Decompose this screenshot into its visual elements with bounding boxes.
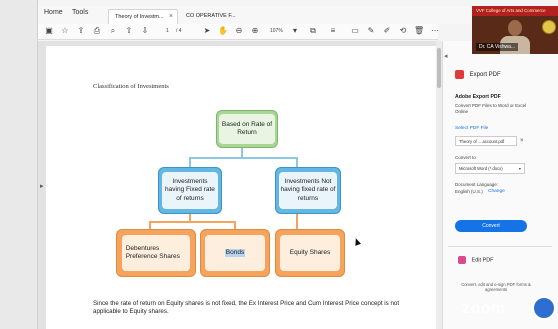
presenter-name: Dr. CA Vishwa... xyxy=(476,43,519,51)
convert-format-select[interactable]: Microsoft Word (*.docx) ▾ xyxy=(455,163,525,174)
page-up-icon[interactable]: ⇧ xyxy=(124,26,134,36)
connector-left-branch xyxy=(189,157,191,167)
app-window: Home Tools Theory of Investm... × CO OPE… xyxy=(0,0,558,329)
export-pdf-icon xyxy=(455,70,464,79)
participant-avatar xyxy=(532,296,556,320)
pen-icon[interactable]: ✎ xyxy=(366,26,376,36)
chart-bonds-label: Bonds xyxy=(224,248,246,258)
page-total: / 4 xyxy=(176,28,182,34)
tab-label: CO OPERATIVE F... xyxy=(186,13,236,19)
zoom-level[interactable]: 107% xyxy=(270,28,283,34)
edit-pdf-label: Edit PDF xyxy=(471,257,494,264)
upload-icon[interactable]: ⇪ xyxy=(76,26,86,36)
stamp-icon[interactable]: ⟲ xyxy=(398,26,408,36)
college-logo xyxy=(542,20,556,34)
menu-bar: Home Tools Theory of Investm... × CO OPE… xyxy=(38,6,478,24)
connector-leaf-3 xyxy=(296,213,298,230)
export-description: Convert PDF Files to Word or Excel Onlin… xyxy=(455,103,527,115)
chart-debentures-label: Debentures Preference Shares xyxy=(125,244,180,260)
left-panel-toggle-icon[interactable]: ▸ xyxy=(40,182,44,190)
selected-file-field[interactable]: Theory of ....account.pdf xyxy=(455,136,517,146)
comment-icon[interactable]: ▭ xyxy=(350,26,360,36)
edit-pdf-tool[interactable]: Edit PDF xyxy=(458,256,494,264)
scrollbar-thumb[interactable] xyxy=(437,48,441,88)
select-pdf-file-link[interactable]: Select PDF File xyxy=(455,126,488,131)
panel-footer-text: Convert, edit and e-sign PDF forms & agr… xyxy=(461,282,531,293)
college-banner-text: VVF College of Arts and Commerce xyxy=(476,8,546,13)
tab-label: Theory of Investm... xyxy=(115,14,164,20)
tab-theory-of-investments[interactable]: Theory of Investm... × xyxy=(108,9,178,24)
document-language-value: English (U.S.) xyxy=(455,189,483,194)
chart-not-fixed-return-label: Investments Not having fixed rate of ret… xyxy=(280,178,336,202)
chart-root-node: Based on Rate of Return xyxy=(216,110,278,148)
connector-leaf-horizontal xyxy=(149,221,235,223)
page-down-icon[interactable]: ⇩ xyxy=(140,26,150,36)
chart-not-fixed-return-node: Investments Not having fixed rate of ret… xyxy=(275,167,341,214)
webcam-video: VVF College of Arts and Commerce Dr. CA … xyxy=(472,6,558,54)
page-paragraph: Since the rate of return on Equity share… xyxy=(93,300,400,316)
select-cursor-icon[interactable]: ➤ xyxy=(202,26,212,36)
chart-debentures-node: Debentures Preference Shares xyxy=(116,229,196,277)
chart-equity-label: Equity Shares xyxy=(289,248,331,256)
page-number-input[interactable]: 1 xyxy=(166,28,169,34)
chart-fixed-return-node: Investments having Fixed rate of returns xyxy=(158,167,222,214)
connector-horizontal-top xyxy=(189,157,297,159)
selected-file-name: Theory of ....account.pdf xyxy=(459,139,505,144)
chart-equity-node: Equity Shares xyxy=(275,229,345,277)
document-language-label: Document Language: xyxy=(455,182,499,187)
toolbar: ▣ ☆ ⇪ ⎙ ⌕ ⇧ ⇩ 1 / 4 ➤ ✋ ⊖ ⊕ 107% ▾ ⧉ ≡ ▭… xyxy=(38,24,440,40)
convert-button[interactable]: Convert xyxy=(455,220,527,232)
remove-file-icon[interactable]: × xyxy=(520,137,524,145)
zoom-watermark: zoom xyxy=(462,300,506,317)
export-pdf-label: Export PDF xyxy=(469,72,501,79)
menu-tools[interactable]: Tools xyxy=(72,9,88,16)
panel-collapse-icon[interactable]: ◂ xyxy=(444,52,448,60)
chart-root-label: Based on Rate of Return xyxy=(221,120,273,136)
adobe-export-title: Adobe Export PDF xyxy=(455,94,501,100)
zoom-in-icon[interactable]: ⊕ xyxy=(250,26,260,36)
tab-co-operative[interactable]: CO OPERATIVE F... xyxy=(180,9,250,24)
chart-fixed-return-label: Investments having Fixed rate of returns xyxy=(165,178,215,202)
save-icon[interactable]: ▣ xyxy=(44,26,54,36)
zoom-dropdown-icon[interactable]: ▾ xyxy=(290,26,300,36)
chevron-down-icon: ▾ xyxy=(518,166,521,171)
chart-bonds-node: Bonds xyxy=(200,229,270,277)
delete-icon[interactable]: 🗑 xyxy=(414,26,424,36)
change-language-link[interactable]: Change xyxy=(488,189,505,194)
print-icon[interactable]: ⎙ xyxy=(92,26,102,36)
more-tools-icon[interactable]: ⋯ xyxy=(430,26,440,36)
menu-home[interactable]: Home xyxy=(44,9,63,16)
hand-tool-icon[interactable]: ✋ xyxy=(218,26,228,36)
tab-close-icon[interactable]: × xyxy=(169,13,173,20)
export-pdf-header[interactable]: Export PDF xyxy=(455,70,501,79)
convert-to-label: Convert to xyxy=(455,155,476,160)
bookmark-star-icon[interactable]: ☆ xyxy=(60,26,70,36)
convert-format-value: Microsoft Word (*.docx) xyxy=(459,166,503,171)
presenter-head xyxy=(508,20,522,36)
fit-page-icon[interactable]: ⧉ xyxy=(308,26,318,36)
zoom-out-icon[interactable]: ⊖ xyxy=(234,26,244,36)
page-heading: Classification of Investments xyxy=(93,83,169,90)
highlight-icon[interactable]: ✐ xyxy=(382,26,392,36)
scroll-mode-icon[interactable]: ≡ xyxy=(328,26,338,36)
edit-pdf-icon xyxy=(458,256,466,264)
search-icon[interactable]: ⌕ xyxy=(108,26,118,36)
panel-divider xyxy=(448,246,552,247)
left-margin xyxy=(0,0,38,329)
connector-right-branch xyxy=(296,157,298,167)
college-banner: VVF College of Arts and Commerce xyxy=(472,6,558,16)
